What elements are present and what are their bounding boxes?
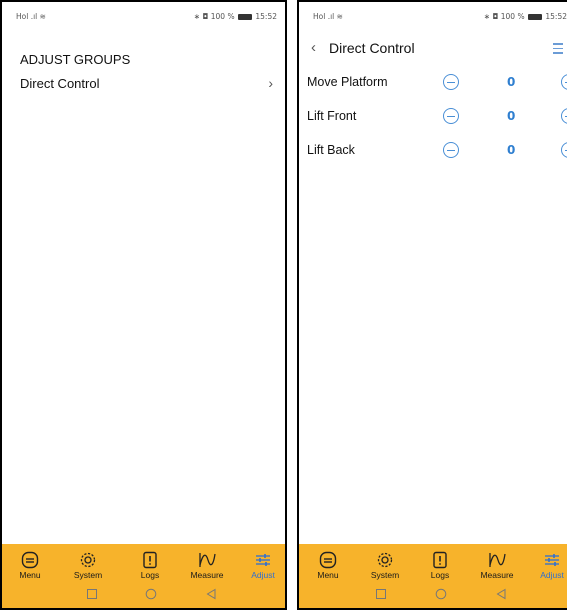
tab-logs[interactable]: Logs (125, 547, 175, 580)
page-title: ADJUST GROUPS (20, 52, 131, 67)
list-item-label: Direct Control (20, 76, 100, 91)
bottom-tab-bar: Menu System Logs Measure Adjust (299, 544, 567, 608)
tab-adjust[interactable]: Adjust (238, 547, 285, 580)
tab-label: Logs (430, 570, 450, 580)
tab-label: Adjust (251, 570, 275, 580)
back-icon[interactable]: ‹ (311, 39, 316, 56)
increment-button[interactable] (561, 108, 567, 124)
tab-adjust[interactable]: Adjust (527, 547, 567, 580)
battery-icon (237, 14, 252, 20)
recents-icon[interactable] (86, 588, 98, 600)
back-nav-icon[interactable] (205, 588, 217, 600)
increment-button[interactable] (561, 142, 567, 158)
home-icon[interactable] (435, 588, 447, 600)
decrement-button[interactable] (443, 74, 459, 90)
control-row-lift-front: Lift Front 0 (307, 106, 567, 126)
menu-icon (319, 551, 337, 569)
gear-icon (377, 552, 393, 568)
battery-icon (527, 14, 542, 20)
list-item-direct-control[interactable]: Direct Control › (20, 75, 275, 94)
tab-label: Menu (19, 570, 41, 580)
status-right: ∗ ◘ 100 % 15:52 (193, 12, 277, 21)
tab-menu[interactable]: Menu (5, 547, 55, 580)
gear-icon (80, 552, 96, 568)
phone-screen-direct-control: Hol .ıl ≋ ∗ ◘ 100 % 15:52 ‹ Direct Contr… (297, 0, 567, 610)
logs-icon (143, 551, 157, 569)
status-right: ∗ ◘ 100 % 15:52 (483, 12, 567, 21)
page-title: Direct Control (329, 40, 415, 56)
measure-icon (199, 553, 216, 567)
control-label: Lift Front (307, 109, 357, 123)
recents-icon[interactable] (375, 588, 387, 600)
tab-system[interactable]: System (360, 547, 410, 580)
control-row-move-platform: Move Platform 0 (307, 72, 567, 92)
status-bar: Hol .ıl ≋ ∗ ◘ 100 % 15:52 (299, 10, 567, 24)
phone-screen-adjust-groups: Hol .ıl ≋ ∗ ◘ 100 % 15:52 ADJUST GROUPS … (0, 0, 287, 610)
tab-measure[interactable]: Measure (182, 547, 232, 580)
measure-icon (489, 553, 506, 567)
status-bar: Hol .ıl ≋ ∗ ◘ 100 % 15:52 (2, 10, 285, 24)
decrement-button[interactable] (443, 142, 459, 158)
tab-label: Menu (317, 570, 339, 580)
home-icon[interactable] (145, 588, 157, 600)
control-value: 0 (507, 143, 516, 157)
title-bar: ‹ Direct Control (299, 39, 567, 59)
tab-label: Logs (140, 570, 160, 580)
hamburger-icon[interactable] (553, 43, 563, 57)
chevron-right-icon: › (268, 75, 273, 91)
status-carrier: Hol .ıl ≋ (313, 12, 343, 21)
system-nav-bar (2, 588, 285, 604)
tab-logs[interactable]: Logs (415, 547, 465, 580)
control-value: 0 (507, 75, 516, 89)
tab-system[interactable]: System (63, 547, 113, 580)
control-value: 0 (507, 109, 516, 123)
tab-label: Adjust (540, 570, 564, 580)
bottom-tab-bar: Menu System Logs Measure Adjust (2, 544, 285, 608)
tab-label: System (370, 570, 400, 580)
tab-measure[interactable]: Measure (472, 547, 522, 580)
logs-icon (433, 551, 447, 569)
status-carrier: Hol .ıl ≋ (16, 12, 46, 21)
tab-menu[interactable]: Menu (303, 547, 353, 580)
tab-label: System (73, 570, 103, 580)
sliders-icon (545, 554, 559, 566)
sliders-icon (256, 554, 270, 566)
tab-label: Measure (480, 570, 514, 580)
control-label: Move Platform (307, 75, 388, 89)
menu-icon (21, 551, 39, 569)
control-label: Lift Back (307, 143, 355, 157)
increment-button[interactable] (561, 74, 567, 90)
back-nav-icon[interactable] (495, 588, 507, 600)
control-row-lift-back: Lift Back 0 (307, 140, 567, 160)
tab-label: Measure (190, 570, 224, 580)
decrement-button[interactable] (443, 108, 459, 124)
system-nav-bar (299, 588, 567, 604)
